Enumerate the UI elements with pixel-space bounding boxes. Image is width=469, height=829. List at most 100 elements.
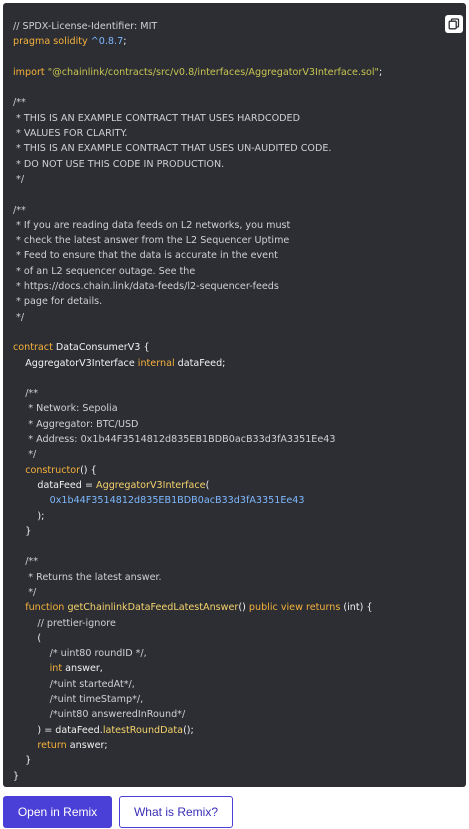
code-token-comment: /**: [13, 556, 39, 568]
code-token-comment: * DO NOT USE THIS CODE IN PRODUCTION.: [13, 158, 225, 170]
code-token-comment: * Network: Sepolia: [13, 403, 118, 415]
code-line: * Address: 0x1b44F3514812d835EB1BDB0acB3…: [13, 432, 382, 447]
code-token-punct: (int) {: [343, 602, 373, 614]
code-line: ) = dataFeed.latestRoundData();: [13, 723, 382, 738]
code-token-comment: /*uint startedAt*/,: [13, 678, 135, 690]
code-line: * https://docs.chain.link/data-feeds/l2-…: [13, 279, 382, 294]
code-token-comment: * THIS IS AN EXAMPLE CONTRACT THAT USES …: [13, 143, 332, 155]
code-token-comment: * of an L2 sequencer outage. See the: [13, 265, 196, 277]
code-line: /*uint startedAt*/,: [13, 677, 382, 692]
code-token-number: ^0.8.7: [90, 36, 124, 48]
code-line: */: [13, 447, 382, 462]
code-token-keyword: solidity: [53, 36, 91, 48]
code-token-plain: dataFeed;: [177, 357, 226, 369]
code-token-plain: ) = dataFeed.: [13, 724, 103, 736]
code-token-comment: /* uint80 roundID */,: [13, 648, 147, 660]
solidity-source-code: // SPDX-License-Identifier: MIT pragma so…: [13, 19, 382, 784]
code-token-comment: * Feed to ensure that the data is accura…: [13, 250, 278, 262]
code-token-comment: * VALUES FOR CLARITY.: [13, 128, 128, 140]
code-line: * THIS IS AN EXAMPLE CONTRACT THAT USES …: [13, 141, 382, 156]
code-token-punct: }: [13, 755, 32, 767]
code-line: * VALUES FOR CLARITY.: [13, 126, 382, 141]
code-token-string: "@chainlink/contracts/src/v0.8/interface…: [47, 66, 379, 78]
code-line: * of an L2 sequencer outage. See the: [13, 264, 382, 279]
code-token-comment: */: [13, 449, 37, 461]
code-line: }: [13, 524, 382, 539]
code-line: * Network: Sepolia: [13, 401, 382, 416]
code-token-keyword: import: [13, 66, 48, 78]
code-token-punct: ;: [378, 66, 383, 78]
code-line: AggregatorV3Interface internal dataFeed;: [13, 356, 382, 371]
code-line: }: [13, 753, 382, 768]
code-token-comment: * If you are reading data feeds on L2 ne…: [13, 219, 291, 231]
code-block: // SPDX-License-Identifier: MIT pragma so…: [3, 3, 466, 787]
code-line: }: [13, 769, 382, 784]
code-line: /**: [13, 203, 382, 218]
code-token-plain: answer,: [65, 663, 103, 675]
code-line: // prettier-ignore: [13, 616, 382, 631]
code-token-comment: /**: [13, 97, 26, 109]
code-line: constructor() {: [13, 463, 382, 478]
code-line: /**: [13, 95, 382, 110]
code-line: /*uint80 answeredInRound*/: [13, 707, 382, 722]
code-token-keyword: public: [248, 602, 281, 614]
code-token-comment: /**: [13, 388, 39, 400]
code-token-comment: * page for details.: [13, 296, 103, 308]
code-token-comment: // SPDX-License-Identifier: MIT: [13, 21, 158, 32]
code-token-punct: );: [13, 510, 45, 522]
code-token-keyword: returns: [305, 602, 344, 614]
code-line: * check the latest answer from the L2 Se…: [13, 233, 382, 248]
code-line: * THIS IS AN EXAMPLE CONTRACT THAT USES …: [13, 111, 382, 126]
code-token-keyword: constructor: [13, 464, 81, 476]
code-token-comment: * https://docs.chain.link/data-feeds/l2-…: [13, 281, 279, 293]
code-token-keyword: pragma: [13, 36, 54, 48]
code-line: function getChainlinkDataFeedLatestAnswe…: [13, 600, 382, 615]
code-token-plain: DataConsumerV3 {: [55, 342, 150, 354]
code-token-keyword: view: [280, 602, 306, 614]
code-token-comment: /**: [13, 204, 26, 216]
code-token-punct: (: [205, 479, 210, 491]
code-line: * DO NOT USE THIS CODE IN PRODUCTION.: [13, 157, 382, 172]
copy-code-button[interactable]: [445, 15, 463, 33]
code-line: 0x1b44F3514812d835EB1BDB0acB33d3fA3351Ee…: [13, 493, 382, 508]
code-token-fn: latestRoundData: [102, 724, 184, 736]
code-line: /**: [13, 386, 382, 401]
code-token-plain: dataFeed =: [13, 479, 97, 491]
code-line: */: [13, 585, 382, 600]
code-token-punct: () {: [80, 464, 97, 476]
code-line: /*uint timeStamp*/,: [13, 692, 382, 707]
code-line: /**: [13, 554, 382, 569]
code-token-comment: * THIS IS AN EXAMPLE CONTRACT THAT USES …: [13, 112, 301, 124]
code-line: * Returns the latest answer.: [13, 570, 382, 585]
code-line: );: [13, 509, 382, 524]
code-line: * page for details.: [13, 294, 382, 309]
code-token-punct: ();: [183, 724, 194, 736]
code-token-fn: getChainlinkDataFeedLatestAnswer: [67, 602, 239, 614]
code-token-comment: * Returns the latest answer.: [13, 571, 162, 583]
code-line: * Feed to ensure that the data is accura…: [13, 248, 382, 263]
code-line: int answer,: [13, 661, 382, 676]
code-line: * If you are reading data feeds on L2 ne…: [13, 218, 382, 233]
code-token-keyword: contract: [13, 342, 56, 354]
code-token-comment: */: [13, 586, 37, 598]
code-token-comment: */: [13, 173, 25, 185]
copy-icon: [448, 18, 460, 30]
what-is-remix-button[interactable]: What is Remix?: [119, 796, 233, 828]
code-token-comment: * Aggregator: BTC/USD: [13, 418, 139, 430]
code-token-punct: }: [13, 770, 20, 782]
code-token-comment: * check the latest answer from the L2 Se…: [13, 235, 290, 247]
code-token-keyword: return: [13, 739, 70, 751]
code-token-fn: AggregatorV3Interface: [96, 479, 206, 491]
code-line: */: [13, 172, 382, 187]
open-in-remix-button[interactable]: Open in Remix: [3, 796, 112, 828]
code-token-keyword: int: [13, 663, 66, 675]
code-token-address: 0x1b44F3514812d835EB1BDB0acB33d3fA3351Ee…: [13, 495, 305, 507]
code-token-plain: answer;: [69, 739, 108, 751]
code-token-punct: }: [13, 525, 32, 537]
code-token-comment: /*uint80 answeredInRound*/: [13, 709, 186, 721]
